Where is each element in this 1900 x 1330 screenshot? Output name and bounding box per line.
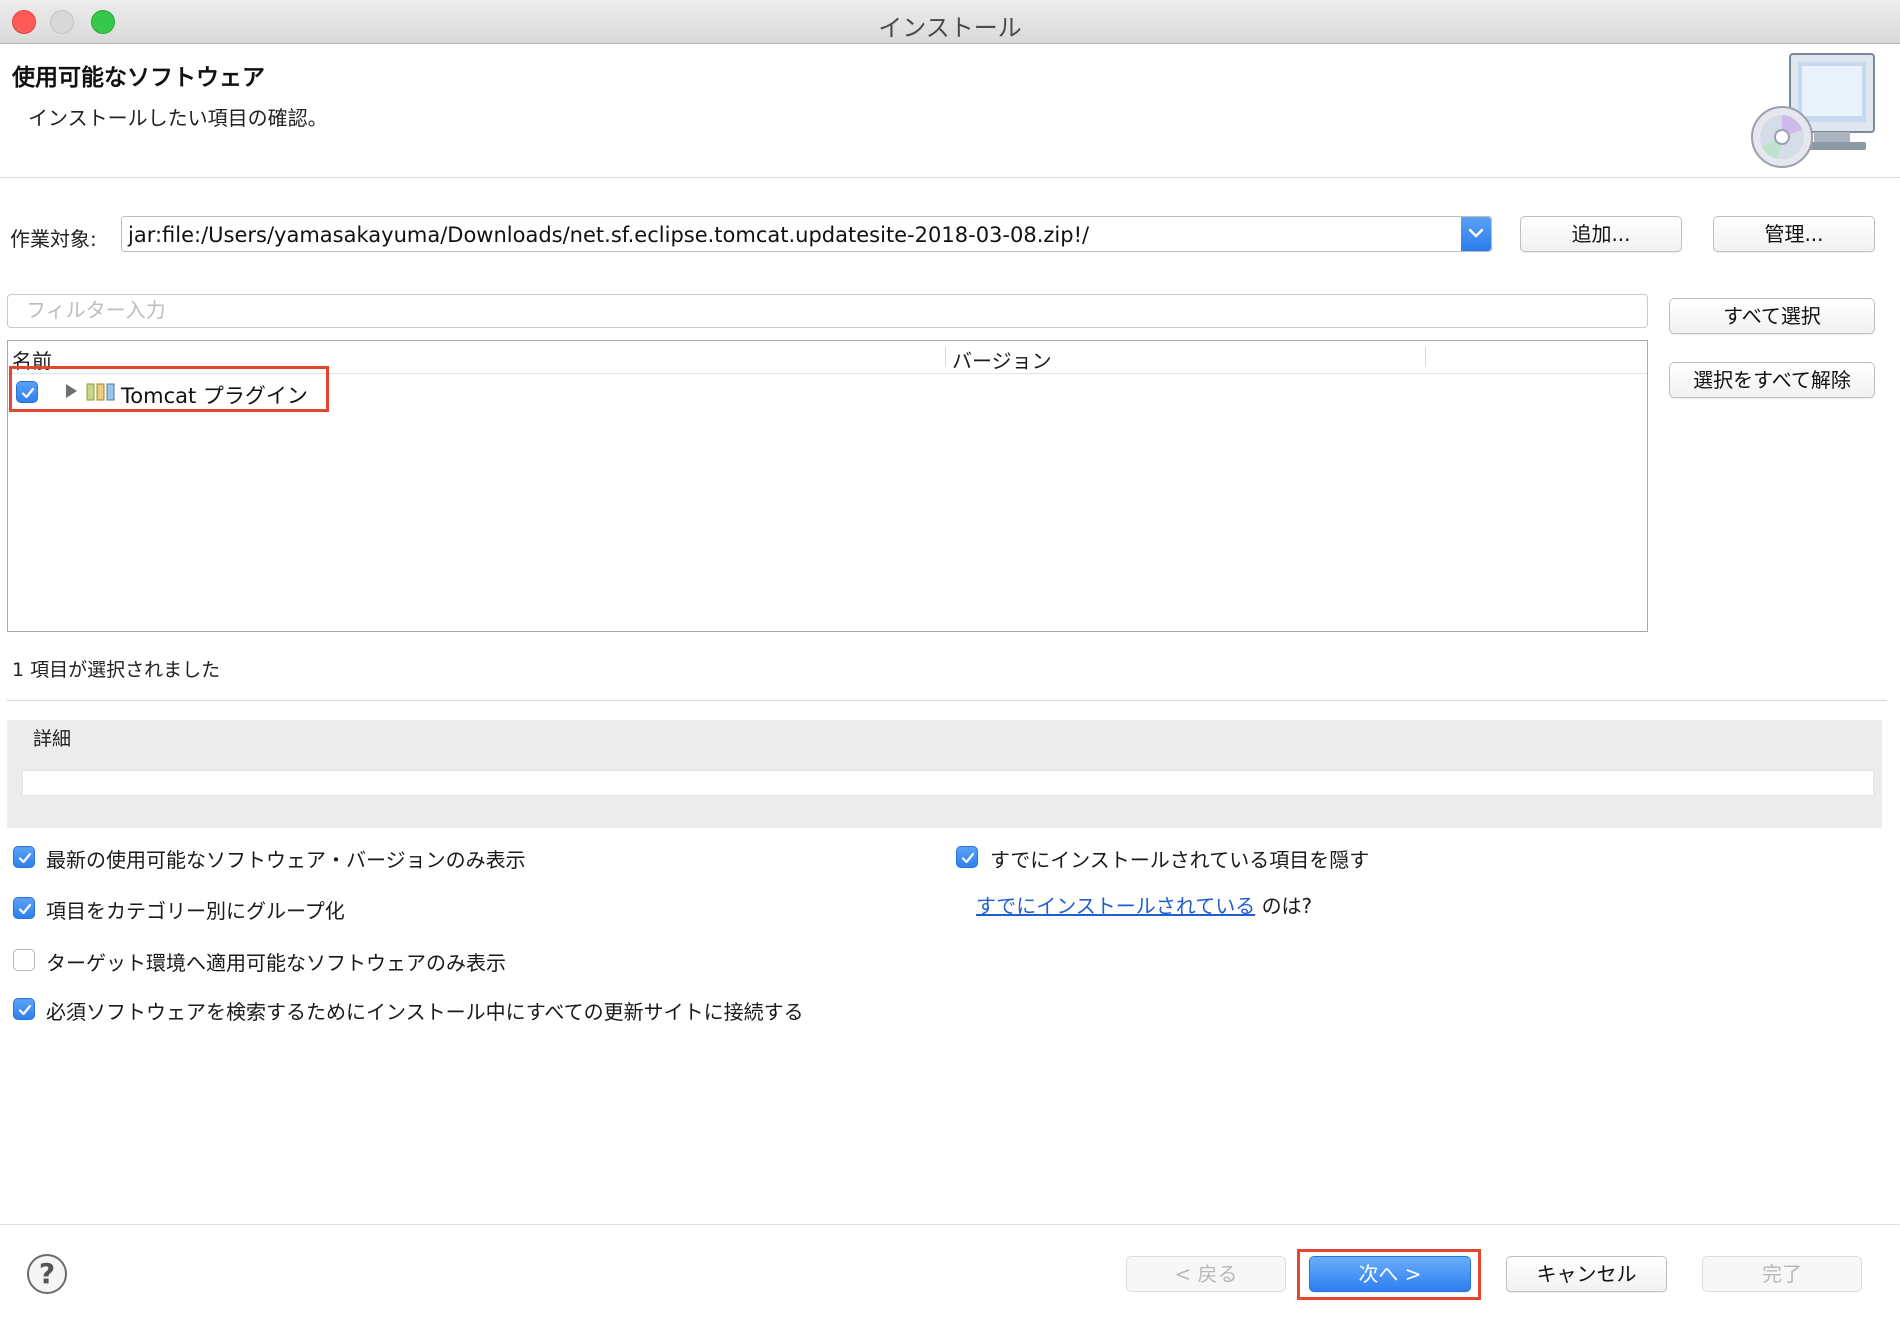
cancel-button[interactable]: キャンセル — [1506, 1256, 1667, 1292]
chevron-down-icon[interactable] — [1461, 217, 1491, 251]
filter-input[interactable] — [7, 294, 1648, 328]
column-divider — [945, 347, 946, 367]
already-installed-link[interactable]: すでにインストールされている — [976, 894, 1255, 918]
divider — [7, 700, 1887, 701]
latest-only-checkbox[interactable] — [13, 846, 35, 868]
column-divider — [1425, 347, 1426, 367]
footer-divider — [0, 1224, 1900, 1225]
contact-all-sites-checkbox[interactable] — [13, 998, 35, 1020]
install-software-icon — [1751, 53, 1875, 168]
details-label: 詳細 — [33, 728, 72, 750]
finish-button[interactable]: 完了 — [1702, 1256, 1862, 1292]
latest-only-label[interactable]: 最新の使用可能なソフトウェア・バージョンのみ表示 — [46, 844, 526, 873]
contact-all-sites-label[interactable]: 必須ソフトウェアを検索するためにインストール中にすべての更新サイトに接続する — [46, 996, 804, 1025]
group-by-category-label[interactable]: 項目をカテゴリー別にグループ化 — [46, 895, 345, 924]
deselect-all-button[interactable]: 選択をすべて解除 — [1669, 362, 1875, 398]
add-site-button[interactable]: 追加... — [1520, 216, 1682, 252]
window-titlebar: インストール — [0, 0, 1900, 44]
window-title: インストール — [878, 14, 1022, 42]
already-installed-suffix: のは? — [1261, 894, 1313, 918]
hide-installed-checkbox[interactable] — [956, 846, 978, 868]
target-env-only-label[interactable]: ターゲット環境へ適用可能なソフトウェアのみ表示 — [46, 947, 506, 976]
question-icon[interactable]: ? — [27, 1254, 67, 1294]
wizard-header: 使用可能なソフトウェア インストールしたい項目の確認。 — [0, 44, 1900, 178]
column-header-version[interactable]: バージョン — [952, 345, 1052, 374]
details-group: 詳細 — [7, 720, 1882, 828]
group-by-category-checkbox[interactable] — [13, 897, 35, 919]
page-title: 使用可能なソフトウェア — [12, 65, 265, 91]
update-site-combo[interactable]: jar:file:/Users/yamasakayuma/Downloads/n… — [121, 216, 1492, 252]
details-text — [22, 770, 1874, 796]
selection-count: 1 項目が選択されました — [12, 659, 221, 681]
manage-sites-button[interactable]: 管理... — [1713, 216, 1875, 252]
back-button[interactable]: < 戻る — [1126, 1256, 1286, 1292]
annotation-highlight — [9, 366, 329, 412]
target-env-only-checkbox[interactable] — [13, 949, 35, 971]
page-description: インストールしたい項目の確認。 — [28, 106, 328, 130]
select-all-button[interactable]: すべて選択 — [1669, 298, 1875, 334]
already-installed-text: すでにインストールされている のは? — [976, 890, 1312, 919]
work-with-label: 作業対象: — [10, 227, 97, 251]
annotation-highlight — [1297, 1249, 1481, 1300]
hide-installed-label[interactable]: すでにインストールされている項目を隠す — [990, 844, 1369, 873]
update-site-value: jar:file:/Users/yamasakayuma/Downloads/n… — [128, 223, 1090, 247]
